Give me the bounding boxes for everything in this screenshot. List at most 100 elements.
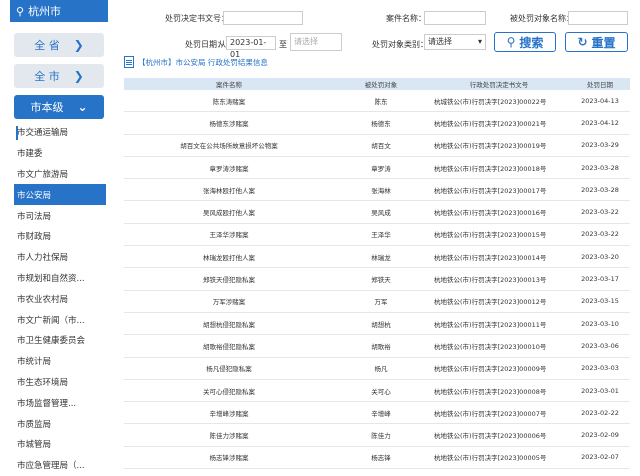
sidebar-item-department[interactable]: 市人力社保局 [14,247,106,268]
results-table: 案件名称 被处罚对象 行政处罚决定书文号 处罚日期 陈东涛赌案 陈东 杭城铁公(市)… [124,78,630,470]
date-to-input[interactable]: 请选择 [290,33,342,51]
cell-subject: 辛增峰 [334,401,428,425]
cell-date: 2023-04-12 [570,111,630,135]
cell-date: 2023-03-20 [570,245,630,269]
cell-case-name[interactable]: 胡想杭侵犯隐私案 [124,312,334,336]
sidebar-item-department[interactable]: 市生态环境局 [14,372,106,393]
cell-case-name[interactable]: 关可心侵犯隐私案 [124,379,334,403]
breadcrumb: 【杭州市】市公安局 行政处罚结果信息 [124,56,268,68]
sidebar-item-department[interactable]: 市交通运输局 [14,122,106,143]
sidebar-item-department[interactable]: 市文广新闻（市... [14,309,106,330]
subject-input[interactable] [568,11,628,25]
table-row[interactable]: 郑铁天侵犯隐私案 郑铁天 杭地铁公(市)行罚决字[2023]00013号 2023-0… [124,267,630,291]
cell-date: 2023-03-06 [570,334,630,358]
subject-label: 被处罚对象名称： [510,14,574,23]
doc-no-label: 处罚决定书文号： [165,14,229,23]
table-row[interactable]: 关可心侵犯隐私案 关可心 杭地铁公(市)行罚决字[2023]00008号 2023-0… [124,379,630,403]
doc-no-input[interactable] [223,11,303,25]
sidebar-item-department[interactable]: 市农业农村局 [14,288,106,309]
city-header[interactable]: ⚲ 杭州市 [10,0,108,22]
sidebar-item-department[interactable]: 市财政局 [14,226,106,247]
cell-date: 2023-03-10 [570,312,630,336]
sidebar-item-department[interactable]: 市规划和自然资... [14,268,106,289]
cell-date: 2023-03-28 [570,178,630,202]
location-pin-icon: ⚲ [16,4,25,18]
cell-doc-no: 杭地铁公(市)行罚决字[2023]00007号 [428,401,570,425]
reset-button-label: 重置 [591,35,616,50]
cell-case-name[interactable]: 杨德东涉赌案 [124,111,334,135]
sidebar-item-department[interactable]: 市质监局 [14,413,106,434]
level-button-province[interactable]: 全 省 ❯ [14,33,104,57]
cell-case-name[interactable]: 张海林殴打他人案 [124,178,334,202]
cell-date: 2023-03-15 [570,290,630,313]
cell-case-name[interactable]: 王泽华涉赌案 [124,223,334,247]
cell-case-name[interactable]: 章罗涛涉赌案 [124,156,334,180]
header-doc-no: 行政处罚决定书文号 [428,78,570,90]
cell-case-name[interactable]: 林瑞龙殴打他人案 [124,245,334,269]
cell-case-name[interactable]: 杨志锋涉赌案 [124,446,334,470]
table-row[interactable]: 胡歌裕侵犯隐私案 胡歌裕 杭地铁公(市)行罚决字[2023]00010号 2023-0… [124,334,630,358]
level-button-city[interactable]: 全 市 ❯ [14,64,104,88]
cell-subject: 张海林 [334,178,428,202]
cell-subject: 胡想杭 [334,312,428,336]
cell-doc-no: 杭地铁公(市)行罚决字[2023]00019号 [428,134,570,157]
sidebar-item-department[interactable]: 市建委 [14,143,106,164]
type-label: 处罚对象类别： [372,40,428,49]
sidebar-item-department[interactable]: 市场监督管理... [14,392,106,413]
cell-case-name[interactable]: 胡百文在公共场所故意损坏公物案 [124,134,334,157]
table-row[interactable]: 万军涉赌案 万军 杭地铁公(市)行罚决字[2023]00012号 2023-03-15 [124,290,630,313]
cell-doc-no: 杭地铁公(市)行罚决字[2023]00008号 [428,379,570,403]
cell-doc-no: 杭地铁公(市)行罚决字[2023]00010号 [428,334,570,358]
table-row[interactable]: 吴风成殴打他人案 吴风成 杭地铁公(市)行罚决字[2023]00016号 2023-0… [124,200,630,224]
table-row[interactable]: 张海林殴打他人案 张海林 杭地铁公(市)行罚决字[2023]00017号 2023-0… [124,178,630,202]
chevron-right-icon: ❯ [73,69,84,83]
table-row[interactable]: 陈东涛赌案 陈东 杭城铁公(市)行罚决字[2023]00022号 2023-04-13 [124,90,630,113]
cell-case-name[interactable]: 杨凡侵犯隐私案 [124,357,334,380]
cell-case-name[interactable]: 吴风成殴打他人案 [124,200,334,224]
table-header-row: 案件名称 被处罚对象 行政处罚决定书文号 处罚日期 [124,78,630,90]
cell-date: 2023-02-07 [570,446,630,470]
table-row[interactable]: 杨志锋涉赌案 杨志锋 杭地铁公(市)行罚决字[2023]00005号 2023-02-… [124,446,630,470]
cell-subject: 杨凡 [334,357,428,380]
table-row[interactable]: 杨德东涉赌案 杨德东 杭地铁公(市)行罚决字[2023]00021号 2023-04-… [124,111,630,135]
level-button-municipal[interactable]: 市本级 ⌄ [14,95,104,119]
cell-subject: 陈佳力 [334,423,428,447]
cell-doc-no: 杭城铁公(市)行罚决字[2023]00022号 [428,90,570,113]
table-row[interactable]: 王泽华涉赌案 王泽华 杭地铁公(市)行罚决字[2023]00015号 2023-03-… [124,223,630,247]
table-row[interactable]: 章罗涛涉赌案 章罗涛 杭地铁公(市)行罚决字[2023]00018号 2023-03-… [124,156,630,180]
table-row[interactable]: 陈佳力涉赌案 陈佳力 杭地铁公(市)行罚决字[2023]00006号 2023-02-… [124,423,630,447]
sidebar-item-department[interactable]: 市应急管理局（... [14,455,106,476]
reset-button[interactable]: ↻ 重置 [565,32,628,52]
cell-date: 2023-03-28 [570,156,630,180]
sidebar-item-department[interactable]: 市统计局 [14,351,106,372]
table-row[interactable]: 辛增峰涉赌案 辛增峰 杭地铁公(市)行罚决字[2023]00007号 2023-02-… [124,401,630,425]
table-row[interactable]: 林瑞龙殴打他人案 林瑞龙 杭地铁公(市)行罚决字[2023]00014号 2023-0… [124,245,630,269]
cell-date: 2023-03-22 [570,223,630,247]
cell-case-name[interactable]: 万军涉赌案 [124,290,334,313]
sidebar-item-department[interactable]: 市公安局 [14,184,106,206]
cell-date: 2023-03-01 [570,379,630,403]
cell-case-name[interactable]: 郑铁天侵犯隐私案 [124,267,334,291]
date-from-word: 从 [218,40,226,49]
table-row[interactable]: 胡想杭侵犯隐私案 胡想杭 杭地铁公(市)行罚决字[2023]00011号 2023-0… [124,312,630,336]
sidebar-item-department[interactable]: 市卫生健康委员会 [14,330,106,351]
type-select[interactable]: 请选择 ▾ [424,34,486,50]
cell-case-name[interactable]: 胡歌裕侵犯隐私案 [124,334,334,358]
sidebar-item-department[interactable]: 市文广旅游局 [14,164,106,185]
table-row[interactable]: 胡百文在公共场所故意损坏公物案 胡百文 杭地铁公(市)行罚决字[2023]00019… [124,134,630,157]
cell-doc-no: 杭地铁公(市)行罚决字[2023]00018号 [428,156,570,180]
cell-doc-no: 杭地铁公(市)行罚决字[2023]00015号 [428,223,570,247]
date-from-input[interactable]: 2023-01-01 [226,36,276,59]
search-button[interactable]: ⚲ 搜索 [494,32,556,52]
sidebar-item-department[interactable]: 市城管局 [14,434,106,455]
sidebar-item-department[interactable]: 市司法局 [14,205,106,226]
cell-date: 2023-03-17 [570,267,630,291]
cell-case-name[interactable]: 陈东涛赌案 [124,90,334,113]
cell-date: 2023-03-03 [570,357,630,380]
table-row[interactable]: 杨凡侵犯隐私案 杨凡 杭地铁公(市)行罚决字[2023]00009号 2023-03-… [124,357,630,380]
chevron-right-icon: ❯ [73,38,84,52]
cell-case-name[interactable]: 辛增峰涉赌案 [124,401,334,425]
cell-case-name[interactable]: 陈佳力涉赌案 [124,423,334,447]
date-to-word: 至 [279,40,287,49]
case-name-input[interactable] [424,11,486,25]
